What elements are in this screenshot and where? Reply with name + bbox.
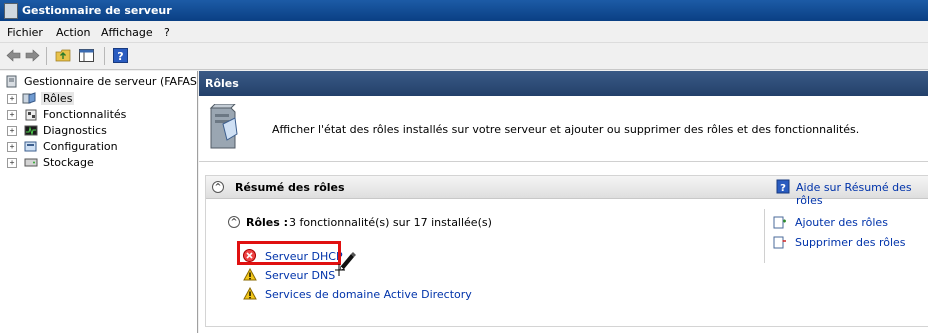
tree-item-features[interactable]: + Fonctionnalités xyxy=(0,107,197,123)
highlight-box xyxy=(237,241,341,265)
role-ad-ds[interactable]: Services de domaine Active Directory xyxy=(243,286,523,304)
pane-header: Rôles xyxy=(199,71,928,96)
up-folder-icon[interactable] xyxy=(55,47,72,64)
forward-arrow-icon[interactable] xyxy=(24,47,41,64)
add-roles-icon xyxy=(773,216,786,229)
title-bar: Gestionnaire de serveur xyxy=(0,0,928,21)
console-tree: Gestionnaire de serveur (FAFASER + Rôles… xyxy=(0,71,198,333)
svg-text:?: ? xyxy=(117,50,123,63)
tree-item-configuration[interactable]: + Configuration xyxy=(0,139,197,155)
roles-icon xyxy=(22,92,36,104)
role-link[interactable]: Serveur DNS xyxy=(265,269,335,282)
menu-fichier[interactable]: Fichier xyxy=(7,26,43,39)
help-icon[interactable]: ? xyxy=(112,47,129,64)
role-dns[interactable]: Serveur DNS xyxy=(243,267,483,285)
expand-icon[interactable]: + xyxy=(7,126,17,136)
help-icon: ? xyxy=(776,179,790,194)
help-roles-summary-link[interactable]: Aide sur Résumé des rôles xyxy=(796,181,928,207)
tree-item-diagnostics[interactable]: + Diagnostics xyxy=(0,123,197,139)
server-manager-icon xyxy=(6,75,17,88)
remove-roles-action[interactable]: Supprimer des rôles xyxy=(773,235,923,253)
tree-item-label: Fonctionnalités xyxy=(43,108,127,121)
diagnostics-icon xyxy=(24,125,38,136)
intro-banner: Afficher l'état des rôles installés sur … xyxy=(199,96,928,162)
tree-item-storage[interactable]: + Stockage xyxy=(0,155,197,171)
server-manager-icon xyxy=(4,3,18,19)
configuration-icon xyxy=(24,141,37,152)
back-arrow-icon[interactable] xyxy=(5,47,22,64)
remove-roles-link[interactable]: Supprimer des rôles xyxy=(795,236,906,249)
collapse-chevron-icon[interactable]: ^ xyxy=(212,181,224,193)
menu-affichage[interactable]: Affichage xyxy=(101,26,153,39)
toolbar: ? xyxy=(0,43,928,70)
tree-item-label: Stockage xyxy=(43,156,94,169)
expand-icon[interactable]: + xyxy=(7,110,17,120)
server-roles-illustration-icon xyxy=(209,104,238,149)
tree-root-label: Gestionnaire de serveur (FAFASER xyxy=(24,75,198,88)
storage-icon xyxy=(24,158,38,167)
collapse-chevron-icon[interactable]: ^ xyxy=(228,216,240,228)
cursor-icon xyxy=(335,252,356,276)
warning-icon xyxy=(243,287,257,300)
toolbar-separator xyxy=(104,47,105,65)
tree-item-label: Diagnostics xyxy=(43,124,107,137)
expand-icon[interactable]: + xyxy=(7,142,17,152)
menu-bar: Fichier Action Affichage ? xyxy=(0,21,928,43)
tree-item-label: Configuration xyxy=(43,140,118,153)
window-title: Gestionnaire de serveur xyxy=(22,4,172,17)
warning-icon xyxy=(243,268,257,281)
roles-count: 3 fonctionnalité(s) sur 17 installée(s) xyxy=(289,216,492,229)
expand-icon[interactable]: + xyxy=(7,158,17,168)
toolbar-separator xyxy=(46,47,47,65)
add-roles-action[interactable]: Ajouter des rôles xyxy=(773,215,923,233)
svg-text:?: ? xyxy=(780,183,786,194)
tree-item-label: Rôles xyxy=(41,92,75,105)
expand-icon[interactable]: + xyxy=(7,94,17,104)
tree-root[interactable]: Gestionnaire de serveur (FAFASER xyxy=(0,74,197,90)
intro-text: Afficher l'état des rôles installés sur … xyxy=(272,123,860,136)
features-icon xyxy=(25,109,37,121)
remove-roles-icon xyxy=(773,236,786,249)
role-link[interactable]: Services de domaine Active Directory xyxy=(265,288,472,301)
section-header: ^ Résumé des rôles ? Aide sur Résumé des… xyxy=(206,176,928,207)
main-pane: Rôles Afficher l'état des rôles installé… xyxy=(199,71,928,333)
section-title: Résumé des rôles xyxy=(235,181,345,194)
menu-help[interactable]: ? xyxy=(164,26,170,39)
add-roles-link[interactable]: Ajouter des rôles xyxy=(795,216,888,229)
panel-divider xyxy=(764,209,765,263)
roles-label: Rôles : xyxy=(246,216,289,229)
pane-title: Rôles xyxy=(205,77,239,90)
tree-item-roles[interactable]: + Rôles xyxy=(0,91,197,107)
menu-action[interactable]: Action xyxy=(56,26,90,39)
show-hide-console-tree-icon[interactable] xyxy=(78,47,95,64)
